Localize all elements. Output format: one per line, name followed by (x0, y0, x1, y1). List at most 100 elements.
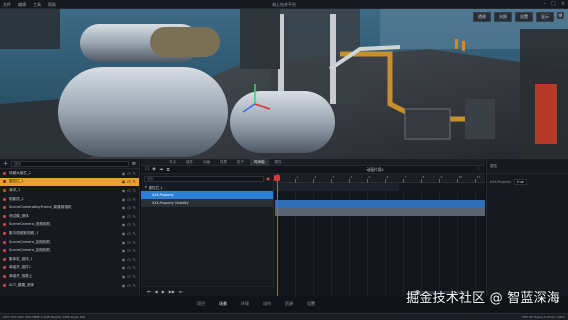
tab-animation[interactable]: 动画 (199, 159, 214, 166)
playhead-handle[interactable] (274, 175, 280, 181)
clip-visibility[interactable] (275, 208, 485, 216)
edit-icon[interactable]: ✎ (133, 248, 136, 253)
hierarchy-item[interactable]: SceneCamera_回线相机 ◉ ⊡ ✎ (0, 246, 139, 255)
edit-icon[interactable]: ✎ (133, 240, 136, 245)
visibility-icon[interactable]: ◉ (122, 205, 126, 210)
edit-icon[interactable]: ✎ (133, 179, 136, 184)
next-frame-icon[interactable]: ▶▶ (169, 289, 175, 294)
cloud-icon[interactable]: ☁ (159, 167, 164, 173)
dock-item-environment[interactable]: 环境 (241, 301, 249, 307)
track-search-input[interactable]: 搜索 (144, 175, 264, 182)
gear-icon[interactable]: ⚙ (557, 12, 564, 19)
track-row-visibility[interactable]: XXX-Property Visibility (141, 199, 273, 207)
tab-material[interactable]: 材质 (216, 159, 231, 166)
hierarchy-item[interactable]: 集中视频影视频_1 ◉ ⊡ ✎ (0, 229, 139, 238)
hierarchy-item[interactable]: SceneCamera_回线相机 ◉ ⊡ ✎ (0, 238, 139, 247)
lock-icon[interactable]: ⊡ (127, 171, 130, 176)
edit-icon[interactable]: ✎ (133, 214, 136, 219)
edit-icon[interactable]: ✎ (133, 265, 136, 270)
lock-icon[interactable]: ⊡ (127, 231, 130, 236)
clip-property[interactable] (275, 200, 485, 208)
track-row-property[interactable]: XXX-Property (141, 191, 273, 199)
hierarchy-item[interactable]: 海洋_1 ◉ ⊡ ✎ (0, 186, 139, 195)
hierarchy-item[interactable]: 阴影质_1 ◉ ⊡ ✎ (0, 195, 139, 204)
jump-end-icon[interactable]: ⏭ (179, 289, 183, 294)
dock-item-resources[interactable]: 资源 (285, 301, 293, 307)
more-icon[interactable]: ⋮ (477, 167, 486, 172)
visibility-icon[interactable]: ◉ (122, 171, 126, 176)
lock-icon[interactable]: ⊡ (127, 240, 130, 245)
tab-timeline[interactable]: 时间轴 (250, 158, 269, 166)
tab-nodes[interactable]: 节点 (165, 159, 180, 166)
minimize-icon[interactable]: – (544, 1, 547, 7)
dock-item-action[interactable]: 动作 (263, 301, 271, 307)
edit-icon[interactable]: ✎ (133, 188, 136, 193)
expand-icon[interactable]: ▾ (145, 185, 147, 189)
visibility-icon[interactable]: ◉ (122, 197, 126, 202)
time-ruler[interactable]: 01234567891011 (275, 174, 485, 183)
edit-icon[interactable]: ✎ (133, 283, 136, 288)
edit-icon[interactable]: ✎ (133, 222, 136, 227)
edit-icon[interactable]: ✎ (133, 171, 136, 176)
visibility-icon[interactable]: ◉ (122, 240, 126, 245)
hierarchy-item[interactable]: 属性栏_1 ◉ ⊡ ✎ (0, 177, 139, 187)
filter-icon[interactable]: ≡ (132, 161, 136, 167)
visibility-icon[interactable]: ◉ (122, 265, 126, 270)
settings-button[interactable]: 设置 (515, 12, 533, 22)
play-icon[interactable]: ▶ (162, 289, 165, 294)
hierarchy-item[interactable]: 单组开_测原上 ◉ ⊡ ✎ (0, 272, 139, 281)
hierarchy-item[interactable]: ACT_模模_测体 ◉ ⊡ ✎ (0, 281, 139, 290)
prev-frame-icon[interactable]: ◀ (155, 289, 158, 294)
visibility-icon[interactable]: ◉ (122, 231, 126, 236)
hierarchy-item[interactable]: 场景大纲栏_1 ◉ ⊡ ✎ (0, 169, 139, 178)
copy-icon[interactable]: ⧉ (166, 167, 169, 173)
hierarchy-item[interactable]: 单组开_组件1 ◉ ⊡ ✎ (0, 264, 139, 273)
tab-properties[interactable]: 属性 (271, 159, 286, 166)
hierarchy-item[interactable]: SceneCameraKeyFrame_新建帧相机 ◉ ⊡ ✎ (0, 203, 139, 212)
visibility-icon[interactable]: ◉ (122, 179, 126, 184)
hierarchy-search-input[interactable]: 搜索 (11, 160, 129, 167)
hierarchy-item[interactable]: 集体发_组体_1 ◉ ⊡ ✎ (0, 255, 139, 264)
display-button[interactable]: 显示 (536, 12, 554, 22)
checkbox-icon[interactable]: ☐ (145, 167, 149, 173)
lock-icon[interactable]: ⊡ (127, 222, 130, 227)
record-toggle-icon[interactable]: ● (267, 176, 271, 181)
lock-icon[interactable]: ⊡ (127, 257, 130, 262)
track-group[interactable]: ▾ 属性栏_1 (141, 183, 273, 191)
edit-icon[interactable]: ✎ (133, 257, 136, 262)
scene-viewport[interactable]: 透视 光照 设置 显示 ⚙ (0, 9, 568, 159)
edit-icon[interactable]: ✎ (133, 205, 136, 210)
work-range-bar[interactable] (275, 183, 485, 191)
lock-icon[interactable]: ⊡ (127, 248, 130, 253)
hierarchy-item[interactable]: 测试模_测体 ◉ ⊡ ✎ (0, 212, 139, 221)
visibility-icon[interactable]: ◉ (122, 214, 126, 219)
dock-item-scene[interactable]: 场景 (219, 301, 227, 307)
lock-icon[interactable]: ⊡ (127, 274, 130, 279)
lock-icon[interactable]: ⊡ (127, 179, 130, 184)
edit-icon[interactable]: ✎ (133, 197, 136, 202)
record-icon[interactable]: ◉ (152, 167, 156, 173)
hierarchy-item[interactable]: SceneCamera_视角相机 ◉ ⊡ ✎ (0, 221, 139, 230)
visibility-icon[interactable]: ◉ (122, 222, 126, 227)
visibility-icon[interactable]: ◉ (122, 283, 126, 288)
lock-icon[interactable]: ⊡ (127, 265, 130, 270)
close-icon[interactable]: × (561, 1, 565, 7)
visibility-icon[interactable]: ◉ (122, 274, 126, 279)
visibility-icon[interactable]: ◉ (122, 257, 126, 262)
edit-icon[interactable]: ✎ (133, 231, 136, 236)
maximize-icon[interactable]: □ (551, 1, 556, 7)
lock-icon[interactable]: ⊡ (127, 283, 130, 288)
add-icon[interactable]: ＋ (3, 160, 8, 167)
timeline-track-area[interactable]: 01234567891011 (274, 174, 485, 296)
tab-components[interactable]: 组件 (182, 159, 197, 166)
jump-start-icon[interactable]: ⏮ (147, 289, 151, 294)
lighting-button[interactable]: 光照 (494, 12, 512, 22)
tab-particles[interactable]: 粒子 (233, 159, 248, 166)
dock-item-project[interactable]: 项目 (197, 301, 205, 307)
lock-icon[interactable]: ⊡ (127, 197, 130, 202)
visibility-icon[interactable]: ◉ (122, 248, 126, 253)
lock-icon[interactable]: ⊡ (127, 214, 130, 219)
lock-icon[interactable]: ⊡ (127, 188, 130, 193)
perspective-button[interactable]: 透视 (473, 12, 491, 22)
edit-icon[interactable]: ✎ (133, 274, 136, 279)
